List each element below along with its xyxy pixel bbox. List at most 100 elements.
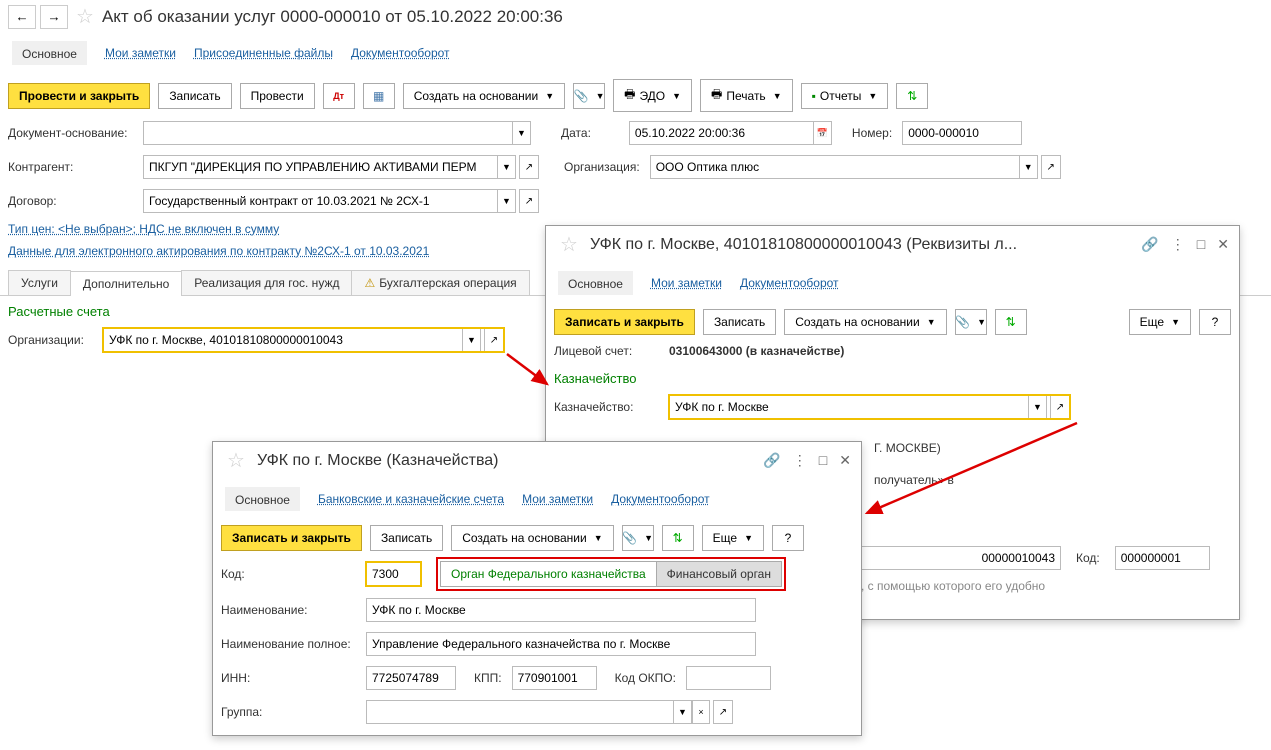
win1-tab-notes[interactable]: Мои заметки bbox=[651, 276, 722, 290]
win2-inn-input[interactable] bbox=[366, 666, 456, 690]
tab-files[interactable]: Присоединенные файлы bbox=[194, 46, 333, 60]
win2-tab-docflow[interactable]: Документооборот bbox=[611, 492, 710, 506]
back-button[interactable]: ← bbox=[8, 5, 36, 29]
win1-link-icon[interactable]: 🔗 bbox=[1141, 236, 1158, 253]
win2-save-button[interactable]: Записать bbox=[370, 525, 443, 551]
org-dropdown[interactable]: ▼ bbox=[1020, 155, 1038, 179]
create-based-button[interactable]: Создать на основании▼ bbox=[403, 83, 565, 109]
win2-extra-button[interactable]: ⇅ bbox=[662, 525, 694, 551]
org-account-dropdown[interactable]: ▼ bbox=[463, 328, 481, 352]
print-button[interactable]: 🖶 Печать▼ bbox=[700, 79, 793, 112]
extra-icon-button[interactable]: ⇅ bbox=[896, 83, 928, 109]
tab-notes[interactable]: Мои заметки bbox=[105, 46, 176, 60]
win2-code-input[interactable] bbox=[366, 562, 421, 586]
favorite-star-icon[interactable]: ☆ bbox=[76, 4, 94, 29]
win1-code-input[interactable] bbox=[1115, 546, 1210, 570]
win2-menu-icon[interactable]: ⋮ bbox=[793, 452, 807, 469]
win1-save-button[interactable]: Записать bbox=[703, 309, 776, 335]
win2-save-close-button[interactable]: Записать и закрыть bbox=[221, 525, 362, 551]
tab-accounting[interactable]: ⚠Бухгалтерская операция bbox=[351, 270, 529, 295]
win2-code-label: Код: bbox=[221, 567, 356, 581]
win2-star-icon[interactable]: ☆ bbox=[227, 448, 245, 473]
win1-help-button[interactable]: ? bbox=[1199, 309, 1231, 335]
win1-tab-docflow[interactable]: Документооборот bbox=[740, 276, 839, 290]
win1-more-button[interactable]: Еще▼ bbox=[1129, 309, 1191, 335]
org-input[interactable] bbox=[650, 155, 1020, 179]
win1-extra-button[interactable]: ⇅ bbox=[995, 309, 1027, 335]
win2-tab-notes[interactable]: Мои заметки bbox=[522, 492, 593, 506]
doc-basis-input[interactable] bbox=[143, 121, 513, 145]
win1-partial1: Г. МОСКВЕ) bbox=[874, 441, 941, 455]
tab-services[interactable]: Услуги bbox=[8, 270, 71, 295]
win2-link-icon[interactable]: 🔗 bbox=[763, 452, 780, 469]
attach-icon-button[interactable]: 📎▼ bbox=[573, 83, 605, 109]
win2-tab-main[interactable]: Основное bbox=[225, 487, 300, 511]
win2-tab-bank[interactable]: Банковские и казначейские счета bbox=[318, 492, 504, 506]
number-input[interactable] bbox=[902, 121, 1022, 145]
win2-more-button[interactable]: Еще▼ bbox=[702, 525, 764, 551]
org-account-open-button[interactable]: ↗ bbox=[484, 328, 504, 352]
win2-toggle-federal[interactable]: Орган Федерального казначейства bbox=[440, 561, 657, 587]
win1-attach-button[interactable]: 📎▼ bbox=[955, 309, 987, 335]
dtkt-icon-button[interactable]: Дт bbox=[323, 83, 355, 109]
e-act-link[interactable]: Данные для электронного актирования по к… bbox=[8, 244, 429, 258]
post-button[interactable]: Провести bbox=[240, 83, 315, 109]
list-icon-button[interactable]: ▦ bbox=[363, 83, 395, 109]
tab-gov[interactable]: Реализация для гос. нужд bbox=[181, 270, 352, 295]
win2-full-input[interactable] bbox=[366, 632, 756, 656]
win2-name-input[interactable] bbox=[366, 598, 756, 622]
org-open-button[interactable]: ↗ bbox=[1041, 155, 1061, 179]
win2-close-icon[interactable]: ✕ bbox=[839, 452, 851, 469]
win2-group-dropdown[interactable]: ▼ bbox=[674, 700, 692, 724]
win2-type-toggle: Орган Федерального казначейства Финансов… bbox=[440, 561, 782, 587]
post-close-button[interactable]: Провести и закрыть bbox=[8, 83, 150, 109]
win1-maximize-icon[interactable]: □ bbox=[1197, 236, 1205, 253]
warning-icon: ⚠ bbox=[364, 276, 375, 290]
price-type-link[interactable]: Тип цен: <Не выбран>; НДС не включен в с… bbox=[8, 222, 279, 236]
win2-group-clear[interactable]: × bbox=[692, 700, 710, 724]
counterparty-input[interactable] bbox=[143, 155, 498, 179]
treasury-window: ☆ УФК по г. Москве (Казначейства) 🔗 ⋮ □ … bbox=[212, 441, 862, 736]
save-button[interactable]: Записать bbox=[158, 83, 231, 109]
win1-treasury-label: Казначейство: bbox=[554, 400, 659, 414]
counterparty-open-button[interactable]: ↗ bbox=[519, 155, 539, 179]
forward-button[interactable]: → bbox=[40, 5, 68, 29]
win1-treasury-input[interactable] bbox=[669, 395, 1029, 419]
win2-maximize-icon[interactable]: □ bbox=[819, 452, 827, 469]
win2-kpp-input[interactable] bbox=[512, 666, 597, 690]
win1-save-close-button[interactable]: Записать и закрыть bbox=[554, 309, 695, 335]
tab-main[interactable]: Основное bbox=[12, 41, 87, 65]
win2-okpo-input[interactable] bbox=[686, 666, 771, 690]
win2-toggle-financial[interactable]: Финансовый орган bbox=[657, 561, 782, 587]
edo-button[interactable]: 🖶 ЭДО▼ bbox=[613, 79, 692, 112]
win2-help-button[interactable]: ? bbox=[772, 525, 804, 551]
contract-open-button[interactable]: ↗ bbox=[519, 189, 539, 213]
win1-menu-icon[interactable]: ⋮ bbox=[1171, 236, 1185, 253]
counterparty-dropdown[interactable]: ▼ bbox=[498, 155, 516, 179]
win2-group-open[interactable]: ↗ bbox=[713, 700, 733, 724]
tab-additional[interactable]: Дополнительно bbox=[70, 271, 182, 296]
contract-dropdown[interactable]: ▼ bbox=[498, 189, 516, 213]
contract-input-group: ▼ ↗ bbox=[143, 189, 539, 213]
doc-basis-label: Документ-основание: bbox=[8, 126, 133, 140]
win1-star-icon[interactable]: ☆ bbox=[560, 232, 578, 257]
contract-input[interactable] bbox=[143, 189, 498, 213]
win1-tab-main[interactable]: Основное bbox=[558, 271, 633, 295]
date-calendar-button[interactable]: 📅 bbox=[814, 121, 832, 145]
edo-label: ЭДО bbox=[639, 89, 665, 103]
create-based-label: Создать на основании bbox=[414, 89, 539, 103]
tab-docflow[interactable]: Документооборот bbox=[351, 46, 450, 60]
win1-create-based-button[interactable]: Создать на основании▼ bbox=[784, 309, 946, 335]
win1-partial3-input[interactable] bbox=[861, 546, 1061, 570]
org-account-input[interactable] bbox=[103, 328, 463, 352]
win2-attach-button[interactable]: 📎▼ bbox=[622, 525, 654, 551]
win2-create-based-button[interactable]: Создать на основании▼ bbox=[451, 525, 613, 551]
win1-treasury-dropdown[interactable]: ▼ bbox=[1029, 395, 1047, 419]
doc-basis-dropdown[interactable]: ▼ bbox=[513, 121, 531, 145]
reports-button[interactable]: ▪ Отчеты▼ bbox=[801, 83, 889, 109]
win2-group-input[interactable] bbox=[366, 700, 674, 724]
win1-treasury-open-button[interactable]: ↗ bbox=[1050, 395, 1070, 419]
win2-okpo-label: Код ОКПО: bbox=[615, 671, 676, 685]
win1-close-icon[interactable]: ✕ bbox=[1217, 236, 1229, 253]
date-input[interactable] bbox=[629, 121, 814, 145]
